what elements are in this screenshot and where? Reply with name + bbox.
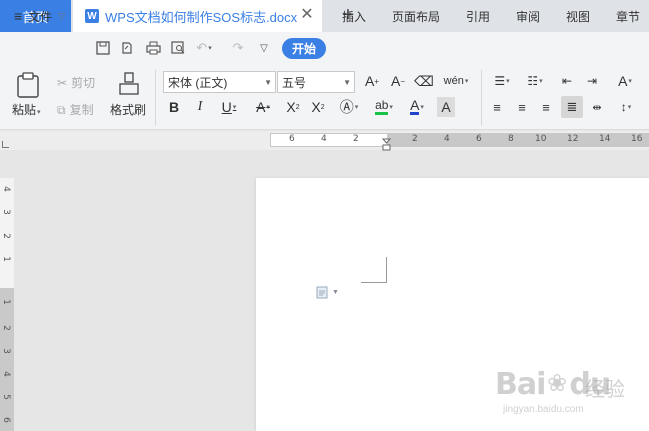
- ribbon-separator: [481, 70, 482, 126]
- document-title: WPS文档如何制作SOS标志.docx: [105, 9, 298, 25]
- chevron-down-icon: ▽: [58, 10, 66, 21]
- redo-icon[interactable]: ↷: [229, 40, 247, 56]
- ruler-number: 5: [0, 394, 11, 400]
- superscript-icon[interactable]: X2: [283, 97, 303, 117]
- tab-review[interactable]: 审阅: [516, 0, 540, 32]
- ruler-number: 4: [0, 186, 11, 192]
- cut-button[interactable]: ✂ 剪切: [57, 74, 95, 91]
- justify-icon[interactable]: ≣: [561, 96, 583, 118]
- cut-label: 剪切: [71, 76, 96, 90]
- paw-icon: ❀: [547, 370, 568, 397]
- decrease-indent-icon[interactable]: ⇤: [558, 71, 576, 91]
- ruler-text-area: [0, 288, 14, 431]
- tab-view[interactable]: 视图: [566, 0, 590, 32]
- font-size-select[interactable]: 五号 ▼: [277, 71, 355, 93]
- align-right-icon[interactable]: ≡: [538, 97, 554, 117]
- wps-writer-icon: W: [85, 9, 99, 23]
- shrink-font-icon[interactable]: A −: [388, 71, 408, 91]
- font-name-select[interactable]: 宋体 (正文) ▼: [163, 71, 276, 93]
- bullet-list-icon[interactable]: ☰ ▾: [489, 71, 515, 91]
- font-color-icon[interactable]: A ▾: [404, 97, 430, 117]
- ruler-number: 14: [599, 134, 611, 144]
- text-effect-icon[interactable]: Ⓐ ▾: [336, 97, 362, 117]
- phonetic-guide-icon[interactable]: wén ▾: [441, 71, 471, 91]
- quick-access-more-icon[interactable]: ▽: [255, 40, 273, 56]
- ruler-number: 2: [412, 134, 418, 144]
- tab-chapter[interactable]: 章节: [616, 0, 640, 32]
- bold-icon[interactable]: B: [166, 97, 182, 117]
- close-tab-icon[interactable]: ✕: [300, 7, 314, 23]
- align-center-icon[interactable]: ≡: [514, 97, 530, 117]
- strikethrough-icon[interactable]: A ▾: [250, 97, 276, 117]
- ruler-number: 16: [631, 134, 643, 144]
- ruler-number: 3: [0, 209, 11, 215]
- distributed-align-icon[interactable]: ⇹: [589, 97, 605, 117]
- hamburger-icon: ≡: [14, 8, 23, 24]
- ruler-number: 2: [0, 325, 11, 331]
- tab-insert[interactable]: 插入: [342, 0, 366, 32]
- increase-indent-icon[interactable]: ⇥: [583, 71, 601, 91]
- chevron-down-icon: ▼: [343, 78, 351, 87]
- paste-options-icon[interactable]: ▼: [316, 285, 342, 299]
- underline-icon[interactable]: U ▾: [216, 97, 242, 117]
- format-painter-label[interactable]: 格式刷: [110, 101, 146, 118]
- tab-references[interactable]: 引用: [466, 0, 490, 32]
- char-shading-icon[interactable]: A: [437, 97, 455, 117]
- ruler-number: 4: [321, 134, 327, 144]
- file-menu-label: 文件: [28, 9, 53, 24]
- tab-stop-selector[interactable]: [2, 141, 9, 148]
- copy-icon: ⧉: [57, 103, 66, 117]
- italic-icon[interactable]: I: [192, 97, 208, 117]
- ruler-number: 10: [535, 134, 547, 144]
- format-painter-icon[interactable]: [118, 72, 140, 96]
- ruler-number: 8: [508, 134, 514, 144]
- subscript-icon[interactable]: X2: [308, 97, 328, 117]
- paste-label: 粘贴: [12, 103, 37, 117]
- ruler-number: 1: [0, 256, 11, 262]
- file-menu[interactable]: ≡ 文件 ▽: [14, 0, 65, 32]
- ruler-number: 4: [444, 134, 450, 144]
- margin-corner-mark: [361, 257, 387, 283]
- tab-page-layout[interactable]: 页面布局: [392, 0, 440, 32]
- clear-format-icon[interactable]: ⌫: [414, 71, 434, 91]
- ribbon-separator: [155, 70, 156, 126]
- paste-icon[interactable]: [16, 72, 40, 98]
- ruler-number: 3: [0, 348, 11, 354]
- scissors-icon: ✂: [57, 76, 68, 90]
- copy-label: 复制: [69, 103, 94, 117]
- export-icon[interactable]: [118, 40, 136, 56]
- ruler-number: 4: [0, 371, 11, 377]
- line-spacing-icon[interactable]: ↕ ▾: [613, 97, 639, 117]
- ruler-number: 6: [289, 134, 295, 144]
- ruler-number: 6: [476, 134, 482, 144]
- copy-button[interactable]: ⧉ 复制: [57, 101, 94, 118]
- text-direction-icon[interactable]: A ▾: [612, 71, 638, 91]
- ruler-number: 2: [0, 233, 11, 239]
- undo-icon[interactable]: ↶ ▾: [195, 40, 213, 56]
- chevron-down-icon: ▼: [264, 78, 272, 87]
- font-size-value: 五号: [282, 75, 307, 90]
- ruler-number: 2: [353, 134, 359, 144]
- print-icon[interactable]: [144, 40, 162, 56]
- ruler-number: 1: [0, 299, 11, 305]
- tab-start[interactable]: 开始: [282, 38, 326, 59]
- highlight-icon[interactable]: ab ▾: [370, 97, 398, 117]
- save-icon[interactable]: [94, 40, 112, 56]
- tab-document[interactable]: W WPS文档如何制作SOS标志.docx ✕: [73, 0, 322, 32]
- align-left-icon[interactable]: ≡: [489, 97, 505, 117]
- baidu-watermark: Bai du ❀ 经验 jingyan.baidu.com: [495, 367, 645, 427]
- grow-font-icon[interactable]: A +: [362, 71, 382, 91]
- watermark-cn: 经验: [585, 379, 625, 401]
- font-name-value: 宋体 (正文): [168, 75, 228, 90]
- print-preview-icon[interactable]: [169, 40, 187, 56]
- watermark-url: jingyan.baidu.com: [503, 404, 584, 415]
- indent-marker-icon[interactable]: [381, 138, 392, 151]
- numbered-list-icon[interactable]: ☷ ▾: [522, 71, 548, 91]
- ruler-number: 6: [0, 417, 11, 423]
- paste-button[interactable]: 粘贴▾: [12, 101, 41, 118]
- ruler-number: 12: [567, 134, 579, 144]
